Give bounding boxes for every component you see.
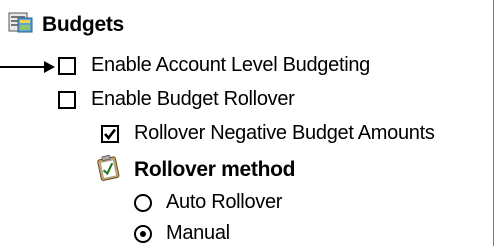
radio-selected-dot	[140, 230, 146, 237]
checkmark-icon	[104, 128, 117, 140]
option-label: Enable Account Level Budgeting	[91, 54, 370, 76]
radio-option-auto-rollover[interactable]: Auto Rollover	[134, 191, 282, 214]
radio-manual[interactable]	[134, 224, 152, 243]
pointer-arrow-icon	[0, 61, 55, 73]
rollover-method-title: Rollover method	[134, 157, 296, 181]
clipboard-check-icon	[94, 152, 124, 187]
option-account-level-budgeting[interactable]: Enable Account Level Budgeting	[58, 54, 370, 77]
settings-panel: Budgets Enable Account Level Budgeting E…	[0, 0, 494, 246]
radio-auto-rollover[interactable]	[134, 193, 152, 212]
section-title: Budgets	[42, 12, 124, 36]
checkbox-rollover-negative[interactable]	[101, 124, 119, 143]
budget-folder-icon	[6, 10, 34, 39]
radio-label: Manual	[166, 222, 230, 244]
option-label: Rollover Negative Budget Amounts	[134, 122, 435, 144]
section-header: Budgets	[6, 10, 124, 39]
checkbox-budget-rollover[interactable]	[58, 90, 76, 109]
option-label: Enable Budget Rollover	[91, 88, 295, 110]
option-rollover-negative[interactable]: Rollover Negative Budget Amounts	[101, 122, 435, 145]
rollover-method-header: Rollover method	[94, 152, 295, 187]
radio-label: Auto Rollover	[166, 191, 283, 213]
checkbox-account-level-budgeting[interactable]	[58, 56, 76, 75]
option-budget-rollover[interactable]: Enable Budget Rollover	[58, 88, 295, 111]
radio-option-manual[interactable]: Manual	[134, 222, 230, 245]
